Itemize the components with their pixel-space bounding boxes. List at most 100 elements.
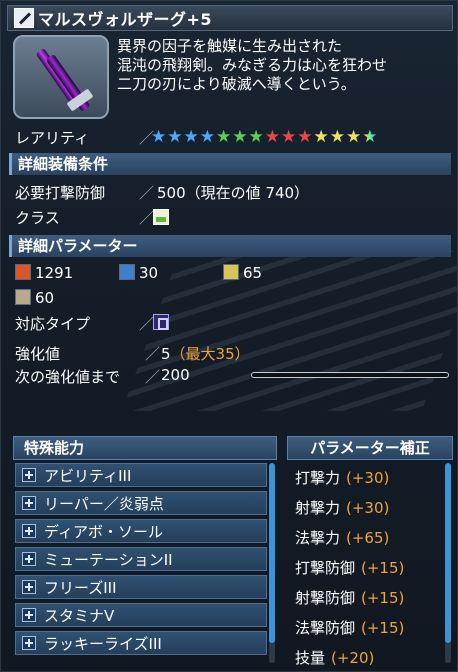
param-correction-item: 射撃力 (+30) (291, 493, 439, 523)
class-icon (153, 209, 169, 225)
grind-separator: ／ (145, 345, 161, 363)
param-value: (+30) (346, 469, 390, 487)
ability-label: ラッキーライズIII (44, 634, 162, 653)
rarity-star-icon: ★ (151, 127, 167, 147)
param-value: (+15) (361, 589, 405, 607)
abilities-header: 特殊能力 (13, 436, 277, 460)
grind-progress-bar (251, 372, 449, 378)
rarity-star-icon: ★ (362, 127, 378, 147)
tec-stat: 65 (223, 264, 262, 282)
ability-item[interactable]: アビリティIII (15, 463, 267, 487)
item-title: マルスヴォルザーグ+5 (38, 10, 213, 29)
param-correction-header: パラメーター補正 (287, 436, 453, 460)
grind-max: （最大35） (170, 345, 250, 363)
requirement-row: 必要打撃防御 (15, 182, 105, 203)
next-grind-separator: ／ (145, 368, 161, 386)
param-name: 法撃防御 (295, 619, 356, 637)
expand-plus-icon[interactable] (22, 552, 36, 566)
rarity-star-icon: ★ (183, 127, 199, 147)
ranged-attack-icon (119, 264, 135, 280)
class-separator: ／ (139, 209, 155, 227)
rarity-star-icon: ★ (232, 127, 248, 147)
tec-value: 65 (243, 264, 263, 282)
next-grind-row: 次の強化値まで (15, 366, 120, 387)
attack-icon (15, 264, 31, 280)
rarity-star-icon: ★ (167, 127, 183, 147)
technique-icon (223, 264, 239, 280)
grind-value: 5 (161, 345, 171, 363)
class-label: クラス (15, 209, 60, 227)
rarity-star-icon: ★ (199, 127, 215, 147)
param-name: 打撃防御 (295, 559, 356, 577)
rdef-value: 60 (35, 289, 55, 307)
ability-item[interactable]: スタミナV (15, 603, 267, 627)
rng-value: 30 (139, 264, 159, 282)
item-description: 異界の因子を触媒に生み出された 混沌の飛翔剣。みなぎる力は心を狂わせ 二刀の刃に… (117, 37, 453, 94)
ability-label: フリーズIII (44, 578, 117, 597)
param-value: (+15) (361, 619, 405, 637)
rarity-star-icon: ★ (248, 127, 264, 147)
atk-value: 1291 (35, 264, 74, 282)
twin-sword-category-icon (14, 8, 34, 28)
item-detail-panel: マルスヴォルザーグ+5 異界の因子を触媒に生み出された 混沌の飛翔剣。みなぎる力… (0, 0, 458, 672)
ability-label: アビリティIII (44, 466, 132, 485)
param-value: (+65) (346, 529, 390, 547)
ability-item[interactable]: ラッキーライズIII (15, 631, 267, 655)
rarity-star-icon: ★ (264, 127, 280, 147)
ability-label: リーパー／炎弱点 (44, 494, 164, 513)
param-name: 射撃防御 (295, 589, 356, 607)
ability-item[interactable]: ミューテーションII (15, 547, 267, 571)
item-title-bar: マルスヴォルザーグ+5 (7, 5, 453, 31)
param-correction-scrollbar[interactable] (445, 463, 451, 663)
grind-value-wrap: 5（最大35） (161, 343, 250, 364)
rarity-star-icon: ★ (297, 127, 313, 147)
description-line: 二刀の刃により破滅へ導くという。 (117, 75, 356, 93)
rarity-star-icon: ★ (281, 127, 297, 147)
description-line: 混沌の飛翔剣。みなぎる力は心を狂わせ (117, 56, 388, 74)
type-label: 対応タイプ (15, 315, 91, 333)
rarity-label: レアリティ (15, 129, 90, 147)
ability-item[interactable]: ディアボ・ソール (15, 519, 267, 543)
param-correction-scroll-thumb[interactable] (445, 463, 451, 643)
grind-row: 強化値 (15, 343, 60, 364)
param-value: (+15) (361, 559, 405, 577)
rarity-star-icon: ★ (313, 127, 329, 147)
type-separator: ／ (139, 315, 155, 333)
expand-plus-icon[interactable] (22, 636, 36, 650)
param-correction-item: 射撃防御 (+15) (291, 583, 439, 613)
param-correction-item: 打撃力 (+30) (291, 463, 439, 493)
param-name: 法撃力 (295, 529, 341, 547)
parameters-header: 詳細パラメーター (9, 235, 451, 257)
param-correction-item: 技量 (+20) (291, 643, 439, 671)
rarity-star-icon: ★ (216, 127, 232, 147)
rarity-stars: ★ ★ ★ ★ ★ ★ ★ ★ ★ ★ ★ ★ ★ ★ (151, 129, 379, 146)
weapon-type-icon (153, 314, 169, 330)
abilities-scroll-thumb[interactable] (269, 463, 275, 643)
abilities-scrollbar[interactable] (269, 463, 275, 663)
next-grind-label: 次の強化値まで (15, 368, 121, 386)
ability-item[interactable]: フリーズIII (15, 575, 267, 599)
ability-label: スタミナV (44, 606, 115, 625)
ability-item[interactable]: リーパー／炎弱点 (15, 491, 267, 515)
class-icon-wrap (153, 209, 169, 227)
defense-icon (15, 289, 31, 305)
abilities-list: アビリティIII リーパー／炎弱点 ディアボ・ソール ミューテーションII フリ… (15, 463, 267, 659)
expand-plus-icon[interactable] (22, 468, 36, 482)
expand-plus-icon[interactable] (22, 524, 36, 538)
param-value: (+20) (331, 649, 375, 667)
rng-stat: 30 (119, 264, 158, 282)
param-name: 技量 (295, 649, 326, 667)
next-grind-value: 200 (161, 366, 190, 384)
requirements-header: 詳細装備条件 (9, 153, 451, 175)
param-name: 打撃力 (295, 469, 341, 487)
requirement-label: 必要打撃防御 (15, 184, 106, 202)
grind-label: 強化値 (15, 345, 61, 363)
description-line: 異界の因子を触媒に生み出された (117, 37, 343, 55)
item-image (13, 35, 109, 119)
expand-plus-icon[interactable] (22, 580, 36, 594)
param-correction-item: 法撃防御 (+15) (291, 613, 439, 643)
requirement-value: 500（現在の値 740） (157, 184, 310, 202)
expand-plus-icon[interactable] (22, 608, 36, 622)
expand-plus-icon[interactable] (22, 496, 36, 510)
ability-label: ディアボ・ソール (44, 522, 163, 541)
